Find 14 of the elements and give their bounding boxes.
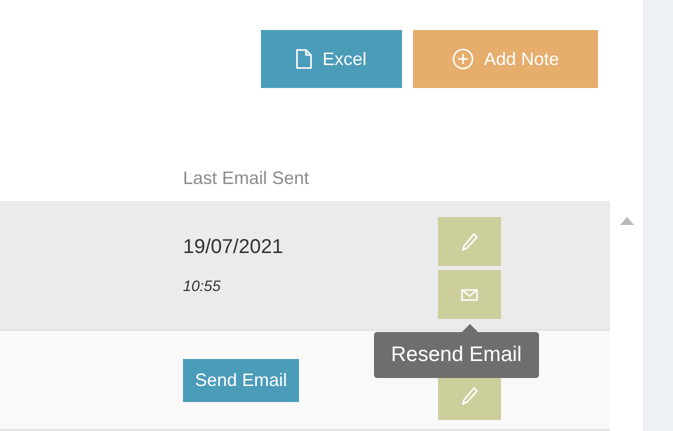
document-icon bbox=[296, 49, 312, 69]
pencil-icon bbox=[462, 232, 478, 250]
add-note-button[interactable]: Add Note bbox=[413, 30, 598, 88]
date-text: 19/07/2021 bbox=[183, 234, 284, 260]
pencil-icon bbox=[462, 386, 478, 404]
envelope-icon bbox=[461, 288, 478, 300]
excel-button[interactable]: Excel bbox=[261, 30, 402, 88]
scroll-up-icon[interactable] bbox=[620, 217, 634, 225]
plus-circle-icon bbox=[452, 48, 474, 70]
time-text: 10:55 bbox=[183, 276, 222, 297]
tooltip: Resend Email bbox=[374, 332, 539, 378]
email-button[interactable] bbox=[438, 270, 501, 319]
send-email-button[interactable]: Send Email bbox=[183, 358, 300, 402]
column-header: Last Email Sent bbox=[183, 167, 310, 190]
